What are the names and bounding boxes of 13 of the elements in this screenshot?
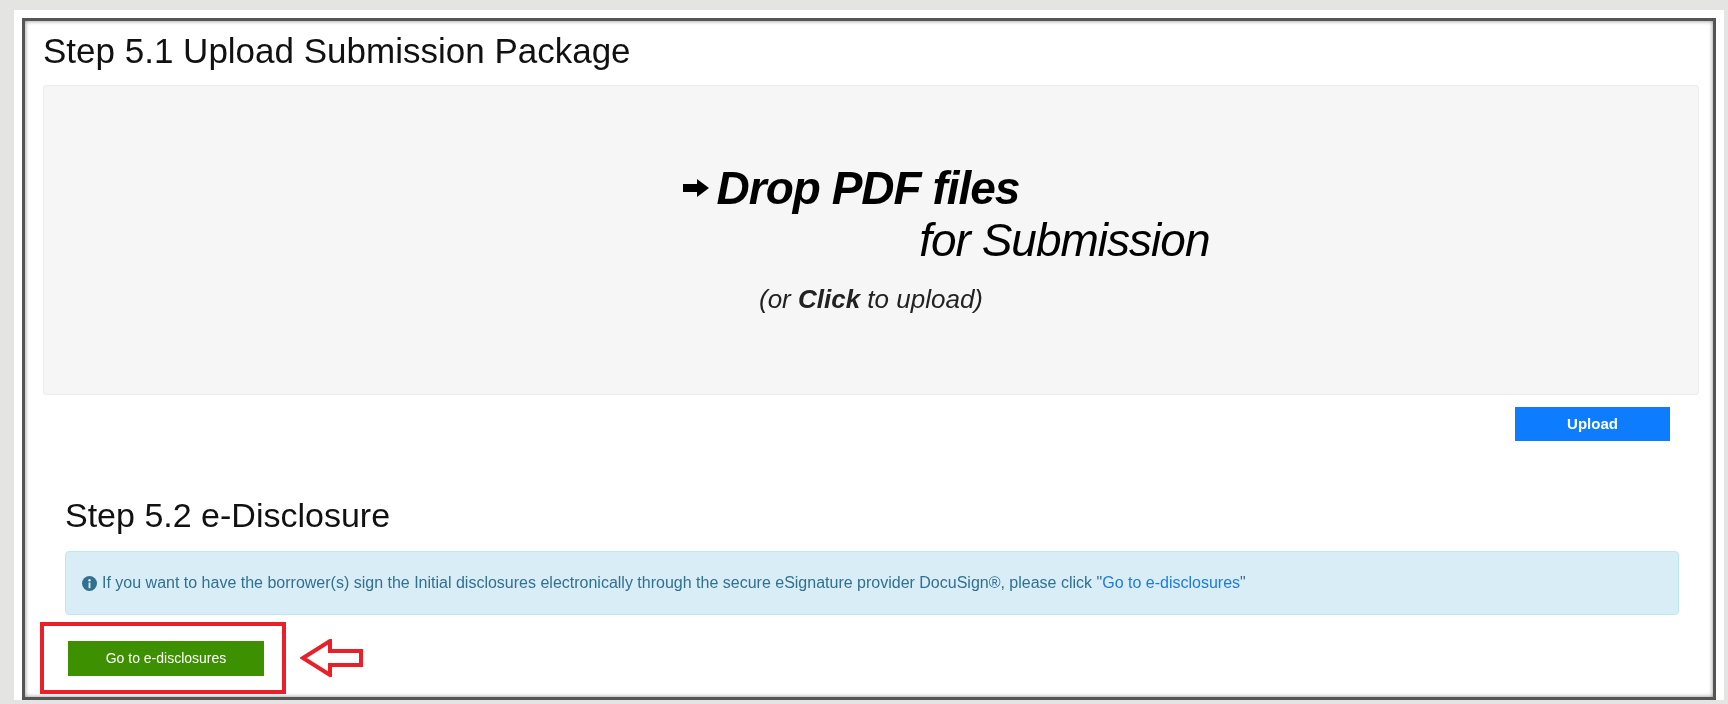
disclosures-link[interactable]: Go to e-disclosures <box>1102 574 1241 591</box>
alert-text: If you want to have the borrower(s) sign the Initial disclosures electronically through the secure eSignature provider DocuSign®, please click "Go to e-disclosures" <box>102 573 1246 593</box>
drop-zone[interactable]: Drop PDF files for Submission (or Click to upload) <box>43 85 1699 395</box>
drop-text: Drop PDF files <box>716 161 1020 214</box>
disclosures-button[interactable]: Go to e-disclosures <box>68 640 264 676</box>
drop-text: for Submission <box>919 213 1210 266</box>
section-title: Step 5.1 Upload Submission Package <box>43 30 631 72</box>
arrow-icon <box>682 178 709 197</box>
upload-hint: (or Click to upload) <box>759 282 983 316</box>
upload-button[interactable]: Upload <box>1515 407 1670 441</box>
arrow-icon <box>300 639 364 677</box>
info-icon <box>82 575 97 591</box>
section-title: Step 5.2 e-Disclosure <box>65 495 391 536</box>
